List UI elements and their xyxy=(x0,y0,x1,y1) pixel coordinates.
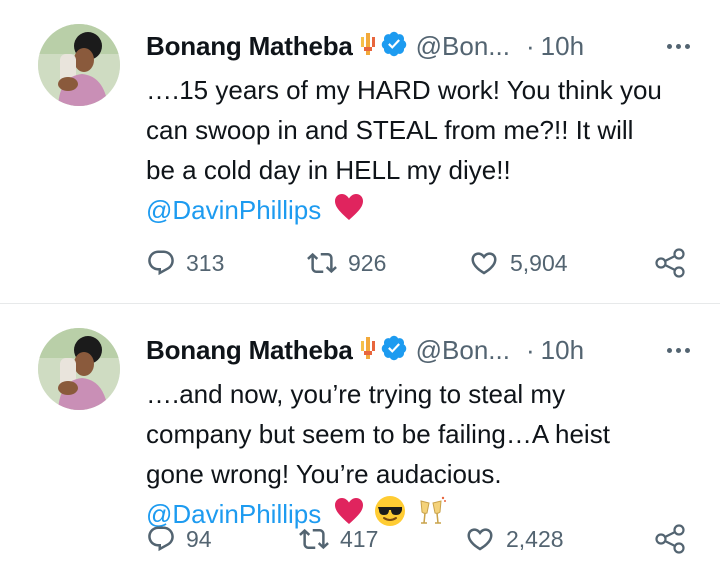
author-handle[interactable]: @Bon... xyxy=(416,335,510,366)
reply-count: 94 xyxy=(186,525,212,552)
tweet-header: Bonang Matheba @Bon... · 10h xyxy=(146,28,706,64)
tweet-text: ….15 years of my HARD work! You think yo… xyxy=(146,70,706,232)
like-button[interactable]: 5,904 xyxy=(468,248,568,278)
red-heart-icon xyxy=(334,192,364,232)
more-options-icon[interactable] xyxy=(667,347,690,353)
retweet-icon xyxy=(298,524,330,554)
retweet-icon xyxy=(306,248,338,278)
share-button[interactable] xyxy=(654,524,688,554)
retweet-button[interactable]: 926 xyxy=(306,248,386,278)
reply-icon xyxy=(146,248,176,278)
tweet-line: can swoop in and STEAL from me?!! It wil… xyxy=(146,115,634,145)
tweet[interactable]: Bonang Matheba @Bon... · 10h ….and now, … xyxy=(0,304,720,581)
separator: · xyxy=(525,334,535,365)
reply-icon xyxy=(146,524,176,554)
avatar[interactable] xyxy=(38,328,120,410)
tweet[interactable]: Bonang Matheba @Bon... · 10h ….15 years … xyxy=(0,0,720,300)
avatar[interactable] xyxy=(38,24,120,106)
timestamp[interactable]: 10h xyxy=(541,335,584,366)
more-options-icon[interactable] xyxy=(667,43,690,49)
retweet-count: 926 xyxy=(348,249,387,276)
share-button[interactable] xyxy=(654,248,688,278)
like-count: 5,904 xyxy=(510,249,568,276)
verified-badge-icon xyxy=(380,334,408,367)
tweet-text: ….and now, you’re trying to steal my com… xyxy=(146,374,706,538)
tweet-line: gone wrong! You’re audacious. xyxy=(146,459,502,489)
reply-button[interactable]: 94 xyxy=(146,524,212,554)
crown-badge-icon xyxy=(359,335,377,366)
reply-button[interactable]: 313 xyxy=(146,248,224,278)
reply-count: 313 xyxy=(186,249,225,276)
tweet-line: company but seem to be failing…A heist xyxy=(146,419,610,449)
share-icon xyxy=(654,524,688,554)
like-button[interactable]: 2,428 xyxy=(464,524,564,554)
timestamp[interactable]: 10h xyxy=(541,31,584,62)
tweet-line: ….and now, you’re trying to steal my xyxy=(146,379,566,409)
author-name[interactable]: Bonang Matheba xyxy=(146,31,353,62)
tweet-line: @DavinPhillips xyxy=(146,190,706,232)
share-icon xyxy=(654,248,688,278)
retweet-button[interactable]: 417 xyxy=(298,524,378,554)
retweet-count: 417 xyxy=(340,525,379,552)
author-handle[interactable]: @Bon... xyxy=(416,31,510,62)
verified-badge-icon xyxy=(380,30,408,63)
crown-badge-icon xyxy=(359,31,377,62)
tweet-line: be a cold day in HELL my diye!! xyxy=(146,155,511,185)
heart-outline-icon xyxy=(468,248,500,278)
heart-outline-icon xyxy=(464,524,496,554)
tweet-line: ….15 years of my HARD work! You think yo… xyxy=(146,75,662,105)
author-name[interactable]: Bonang Matheba xyxy=(146,335,353,366)
mention-link[interactable]: @DavinPhillips xyxy=(146,195,321,225)
tweet-header: Bonang Matheba @Bon... · 10h xyxy=(146,332,706,368)
tweet-actions: 313 926 5,904 xyxy=(146,248,720,280)
separator: · xyxy=(525,30,535,61)
tweet-actions: 94 417 2,428 xyxy=(146,524,720,556)
like-count: 2,428 xyxy=(506,525,564,552)
